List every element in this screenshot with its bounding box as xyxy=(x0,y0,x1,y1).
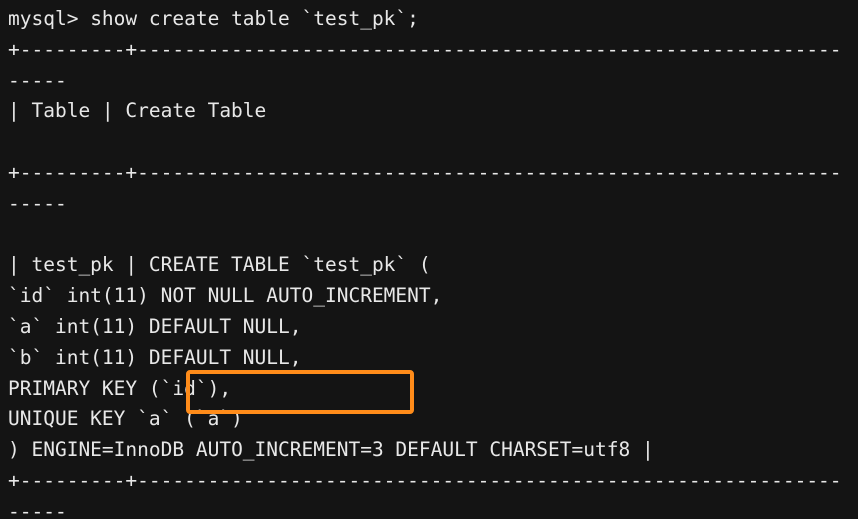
terminal-window: mysql> show create table `test_pk`; +---… xyxy=(0,0,858,519)
command-line[interactable]: mysql> show create table `test_pk`; xyxy=(8,4,850,35)
table-border-top: +---------+-----------------------------… xyxy=(8,35,850,97)
table-border-bottom: +---------+-----------------------------… xyxy=(8,466,850,519)
mysql-prompt: mysql> xyxy=(8,7,90,30)
create-table-line-3: `a` int(11) DEFAULT NULL, xyxy=(8,312,850,343)
create-table-line-4: `b` int(11) DEFAULT NULL, xyxy=(8,343,850,374)
table-border-mid: +---------+-----------------------------… xyxy=(8,158,850,220)
sql-command: show create table `test_pk`; xyxy=(90,7,419,30)
create-table-line-6: UNIQUE KEY `a` (`a`) xyxy=(8,404,850,435)
table-header-row: | Table | Create Table xyxy=(8,96,850,127)
create-table-line-1: | test_pk | CREATE TABLE `test_pk` ( xyxy=(8,250,850,281)
create-table-line-5: PRIMARY KEY (`id`), xyxy=(8,374,850,405)
auto-increment-value: AUTO_INCREMENT=3 xyxy=(196,438,384,461)
create-table-line-2: `id` int(11) NOT NULL AUTO_INCREMENT, xyxy=(8,281,850,312)
create-table-line-7: ) ENGINE=InnoDB AUTO_INCREMENT=3 DEFAULT… xyxy=(8,435,850,466)
